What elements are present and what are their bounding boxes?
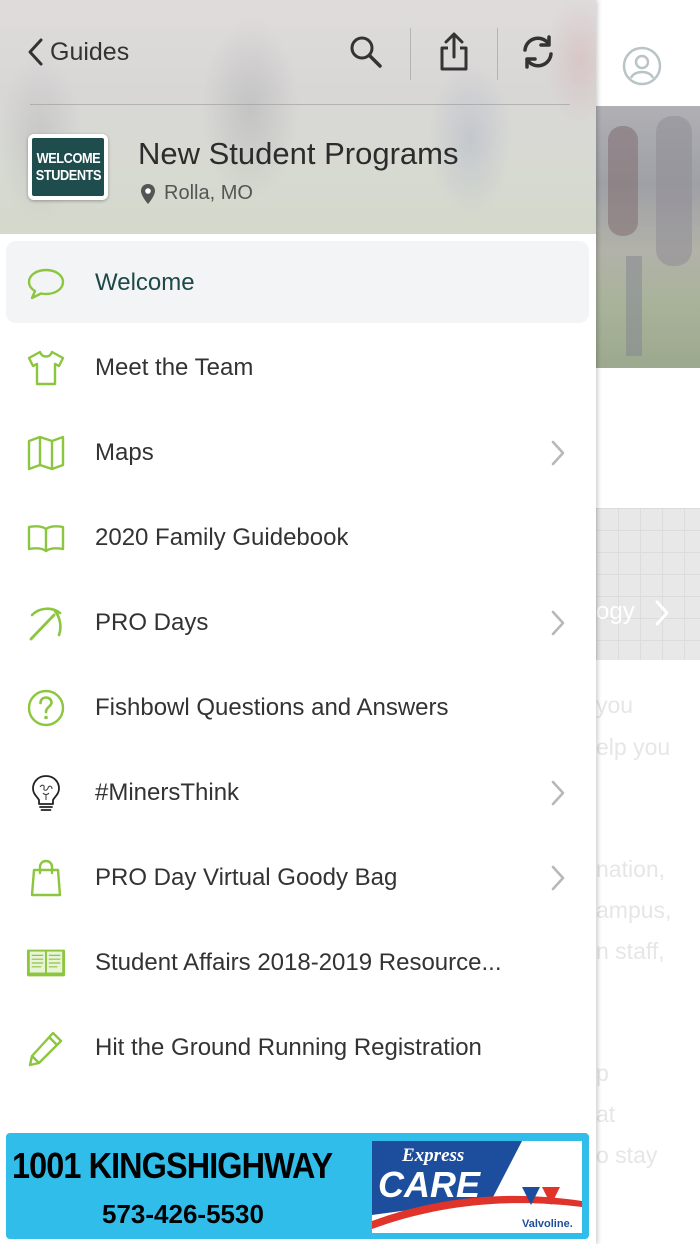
background-text: o stay [596, 1142, 658, 1168]
question-circle-icon [27, 689, 65, 726]
drawer-header: Guides WELCOME STUDENTS New Student Prog… [0, 0, 596, 234]
menu-item-family-guidebook[interactable]: 2020 Family Guidebook [0, 495, 596, 580]
org-location: Rolla, MO [140, 182, 253, 205]
menu-item-label: Student Affairs 2018-2019 Resource... [95, 948, 502, 976]
chevron-right-icon [551, 780, 565, 805]
background-hero-image [596, 106, 700, 368]
menu-item-meet-the-team[interactable]: Meet the Team [0, 325, 596, 410]
shopping-bag-icon [30, 859, 62, 896]
chevron-right-icon [551, 865, 565, 890]
search-button[interactable] [346, 30, 386, 74]
org-logo: WELCOME STUDENTS [28, 134, 108, 200]
chevron-left-icon [28, 38, 43, 66]
menu-item-label: PRO Day Virtual Goody Bag [95, 863, 398, 891]
org-title: New Student Programs [138, 136, 459, 171]
menu-item-label: Hit the Ground Running Registration [95, 1033, 482, 1061]
background-text: elp you [596, 734, 671, 760]
location-label: Rolla, MO [164, 182, 253, 204]
refresh-icon [523, 35, 553, 69]
ad-phone: 573-426-5530 [102, 1199, 264, 1229]
ad-brand-main: CARE [378, 1164, 481, 1205]
chevron-right-icon [551, 610, 565, 635]
guide-menu: Welcome Meet the Team Maps 2020 Family G… [0, 240, 596, 1090]
background-text: p [596, 1060, 609, 1086]
background-text: nation, [596, 856, 666, 882]
express-care-logo: Express CARE Valvoline. [372, 1141, 582, 1233]
ad-brand-top: Express [401, 1145, 464, 1166]
speech-bubble-icon [27, 268, 65, 299]
search-icon [350, 36, 382, 68]
menu-item-label: 2020 Family Guidebook [95, 523, 349, 551]
menu-item-maps[interactable]: Maps [0, 410, 596, 495]
pencil-icon [28, 1031, 63, 1066]
menu-item-label: Meet the Team [95, 353, 254, 381]
background-text: n staff, [596, 938, 665, 964]
menu-item-student-affairs-resources[interactable]: Student Affairs 2018-2019 Resource... [0, 920, 596, 1005]
ad-brand-bottom: Valvoline. [522, 1218, 573, 1230]
chevron-right-icon [655, 600, 669, 626]
location-pin-icon [141, 183, 155, 204]
menu-item-label: Welcome [95, 268, 195, 296]
logo-text-line1: WELCOME [36, 150, 100, 167]
share-button[interactable] [434, 30, 474, 74]
tshirt-icon [27, 350, 65, 385]
menu-item-hit-the-ground-running[interactable]: Hit the Ground Running Registration [0, 1005, 596, 1090]
menu-item-label: PRO Days [95, 608, 209, 636]
profile-icon[interactable] [622, 46, 662, 86]
share-icon [440, 32, 468, 71]
book-icon [26, 949, 66, 976]
ad-address: 1001 KINGSHIGHWAY [12, 1145, 333, 1186]
chevron-right-icon [551, 440, 565, 465]
menu-item-miners-think[interactable]: #MinersThink [0, 750, 596, 835]
background-card[interactable] [596, 508, 700, 660]
side-drawer: Guides WELCOME STUDENTS New Student Prog… [0, 0, 596, 1244]
advertisement-banner[interactable]: 1001 KINGSHIGHWAY 573-426-5530 Express C… [6, 1133, 589, 1239]
menu-item-label: Maps [95, 438, 154, 466]
menu-item-welcome[interactable]: Welcome [0, 240, 596, 325]
menu-item-fishbowl-questions[interactable]: Fishbowl Questions and Answers [0, 665, 596, 750]
back-label: Guides [50, 37, 130, 66]
open-book-icon [27, 524, 65, 552]
background-text: ampus, [596, 897, 672, 923]
logo-text-line2: STUDENTS [35, 167, 101, 184]
background-card-label: ogy [596, 598, 635, 625]
background-text: you [596, 692, 634, 718]
refresh-button[interactable] [518, 30, 558, 74]
map-icon [27, 435, 65, 470]
back-button[interactable]: Guides [26, 34, 129, 70]
menu-item-pro-days[interactable]: PRO Days [0, 580, 596, 665]
background-text: at [596, 1101, 616, 1127]
menu-item-label: Fishbowl Questions and Answers [95, 693, 449, 721]
pickaxe-icon [29, 606, 62, 640]
lightbulb-icon [32, 774, 60, 811]
menu-item-label: #MinersThink [95, 778, 240, 806]
menu-item-virtual-goody-bag[interactable]: PRO Day Virtual Goody Bag [0, 835, 596, 920]
